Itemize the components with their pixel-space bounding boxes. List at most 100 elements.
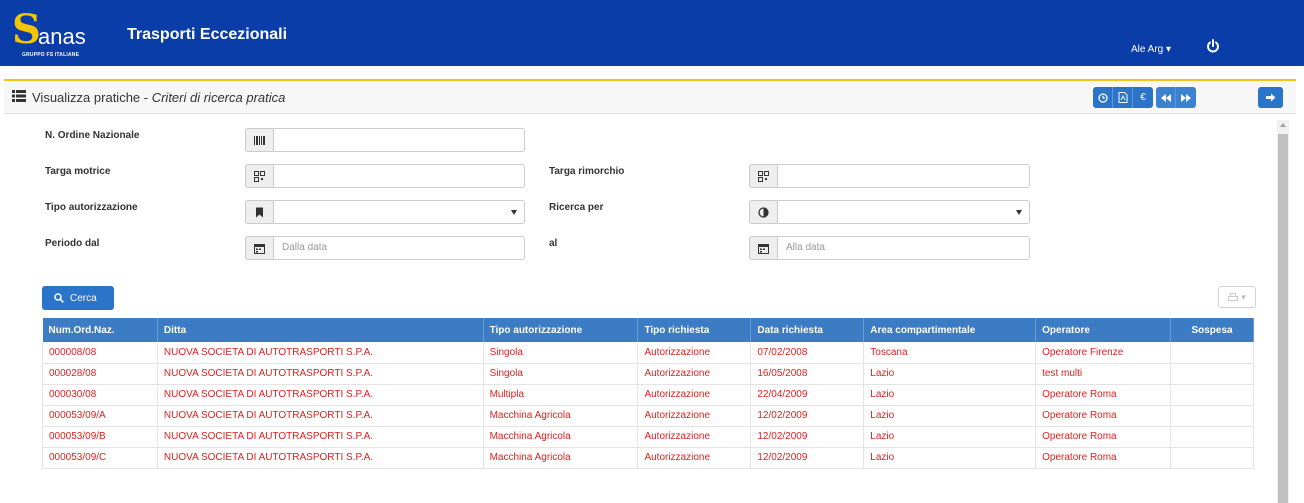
table-cell[interactable] xyxy=(1170,426,1254,448)
targa-motrice-input[interactable] xyxy=(274,164,525,188)
table-cell[interactable]: NUOVA SOCIETA DI AUTOTRASPORTI S.P.A. xyxy=(157,405,484,427)
table-cell[interactable]: NUOVA SOCIETA DI AUTOTRASPORTI S.P.A. xyxy=(157,447,484,469)
dalla-data-input[interactable]: Dalla data xyxy=(274,236,525,260)
scroll-thumb[interactable] xyxy=(1278,134,1288,503)
calendar-icon xyxy=(758,243,769,254)
column-header[interactable]: Sospesa xyxy=(1170,318,1254,342)
table-cell[interactable]: Operatore Roma xyxy=(1035,405,1172,427)
tipo-autorizzazione-select[interactable] xyxy=(274,200,525,224)
power-icon[interactable] xyxy=(1205,38,1221,54)
table-row[interactable]: 000030/08 NUOVA SOCIETA DI AUTOTRASPORTI … xyxy=(42,384,1254,406)
chevron-down-icon xyxy=(1016,210,1022,215)
ordine-input[interactable] xyxy=(274,128,525,152)
print-button[interactable]: ▾ xyxy=(1218,286,1256,308)
table-cell[interactable]: Autorizzazione xyxy=(637,363,752,385)
table-cell[interactable]: Lazio xyxy=(863,447,1037,469)
table-cell[interactable]: Lazio xyxy=(863,426,1037,448)
table-cell[interactable]: 07/02/2008 xyxy=(750,342,865,364)
table-cell[interactable]: Lazio xyxy=(863,384,1037,406)
calendar-icon xyxy=(254,243,265,254)
ricerca-per-select[interactable] xyxy=(778,200,1030,224)
table-row[interactable]: 000053/09/A NUOVA SOCIETA DI AUTOTRASPORT… xyxy=(42,405,1254,427)
table-cell[interactable]: Autorizzazione xyxy=(637,342,752,364)
table-cell[interactable]: 22/04/2009 xyxy=(750,384,865,406)
table-cell[interactable]: Macchina Agricola xyxy=(483,447,639,469)
table-cell[interactable]: Toscana xyxy=(863,342,1037,364)
column-header[interactable]: Tipo richiesta xyxy=(637,318,752,342)
table-cell[interactable]: NUOVA SOCIETA DI AUTOTRASPORTI S.P.A. xyxy=(157,342,484,364)
table-cell[interactable]: NUOVA SOCIETA DI AUTOTRASPORTI S.P.A. xyxy=(157,363,484,385)
table-cell[interactable] xyxy=(1170,405,1254,427)
targa-rimorchio-label: Targa rimorchio xyxy=(549,166,625,177)
table-cell[interactable] xyxy=(1170,384,1254,406)
table-cell[interactable]: NUOVA SOCIETA DI AUTOTRASPORTI S.P.A. xyxy=(157,426,484,448)
table-cell[interactable]: Autorizzazione xyxy=(637,447,752,469)
targa-motrice-label: Targa motrice xyxy=(45,166,111,177)
table-row[interactable]: 000028/08 NUOVA SOCIETA DI AUTOTRASPORTI … xyxy=(42,363,1254,385)
barcode-icon xyxy=(254,135,265,145)
bookmark-icon xyxy=(256,207,263,217)
calendar-addon xyxy=(245,236,274,260)
previous-button[interactable] xyxy=(1156,87,1176,108)
targa-rimorchio-input[interactable] xyxy=(778,164,1030,188)
cerca-button[interactable]: Cerca xyxy=(42,286,114,310)
user-menu[interactable]: Ale Arg ▾ xyxy=(1131,44,1171,55)
table-cell[interactable]: Autorizzazione xyxy=(637,405,752,427)
table-cell[interactable]: Lazio xyxy=(863,363,1037,385)
barcode-addon xyxy=(245,128,274,152)
table-row[interactable]: 000053/09/C NUOVA SOCIETA DI AUTOTRASPORT… xyxy=(42,447,1254,469)
periodo-dal-label: Periodo dal xyxy=(45,238,100,249)
scrollbar[interactable] xyxy=(1277,120,1289,503)
table-cell[interactable]: Singola xyxy=(483,342,639,364)
table-cell[interactable] xyxy=(1170,447,1254,469)
table-cell[interactable]: Autorizzazione xyxy=(637,384,752,406)
table-row[interactable]: 000053/09/B NUOVA SOCIETA DI AUTOTRASPORT… xyxy=(42,426,1254,448)
table-cell[interactable]: Operatore Roma xyxy=(1035,426,1172,448)
table-cell[interactable]: 12/02/2009 xyxy=(750,405,865,427)
column-header[interactable]: Ditta xyxy=(157,318,484,342)
backward-icon xyxy=(1160,93,1171,102)
table-cell[interactable]: 000028/08 xyxy=(42,363,158,385)
history-button[interactable] xyxy=(1093,87,1113,108)
pdf-icon xyxy=(1118,92,1127,103)
table-cell[interactable]: 000053/09/A xyxy=(42,405,158,427)
anas-logo: S anas GRUPPO FS ITALIANE xyxy=(12,6,112,60)
exit-button[interactable] xyxy=(1258,87,1283,108)
column-header[interactable]: Num.Ord.Naz. xyxy=(42,318,158,342)
pdf-button[interactable] xyxy=(1113,87,1133,108)
table-cell[interactable]: Macchina Agricola xyxy=(483,426,639,448)
table-cell[interactable]: Lazio xyxy=(863,405,1037,427)
logo-s-mark: S xyxy=(12,6,41,53)
table-cell[interactable]: Operatore Firenze xyxy=(1035,342,1172,364)
alla-data-input[interactable]: Alla data xyxy=(778,236,1030,260)
table-cell[interactable]: Operatore Roma xyxy=(1035,447,1172,469)
table-cell[interactable]: 000030/08 xyxy=(42,384,158,406)
column-header[interactable]: Area compartimentale xyxy=(863,318,1037,342)
table-cell[interactable]: Macchina Agricola xyxy=(483,405,639,427)
table-cell[interactable]: 12/02/2009 xyxy=(750,447,865,469)
column-header[interactable]: Data richiesta xyxy=(750,318,865,342)
table-cell[interactable]: 000053/09/B xyxy=(42,426,158,448)
calendar-addon-2 xyxy=(749,236,778,260)
table-cell[interactable]: Multipla xyxy=(483,384,639,406)
table-cell[interactable]: 000008/08 xyxy=(42,342,158,364)
forward-icon xyxy=(1181,93,1191,102)
euro-button[interactable]: € xyxy=(1133,87,1153,108)
column-header[interactable]: Operatore xyxy=(1035,318,1172,342)
next-button[interactable] xyxy=(1176,87,1196,108)
table-row[interactable]: 000008/08 NUOVA SOCIETA DI AUTOTRASPORTI … xyxy=(42,342,1254,364)
table-cell[interactable]: test multi xyxy=(1035,363,1172,385)
table-cell[interactable]: Singola xyxy=(483,363,639,385)
qrcode-addon xyxy=(245,164,274,188)
table-cell[interactable]: 12/02/2009 xyxy=(750,426,865,448)
table-cell[interactable] xyxy=(1170,342,1254,364)
table-cell[interactable] xyxy=(1170,363,1254,385)
table-cell[interactable]: NUOVA SOCIETA DI AUTOTRASPORTI S.P.A. xyxy=(157,384,484,406)
column-header[interactable]: Tipo autorizzazione xyxy=(483,318,639,342)
table-cell[interactable]: 16/05/2008 xyxy=(750,363,865,385)
sign-out-icon xyxy=(1265,93,1275,102)
table-cell[interactable]: Autorizzazione xyxy=(637,426,752,448)
scroll-up-arrow[interactable] xyxy=(1280,123,1286,127)
table-cell[interactable]: 000053/09/C xyxy=(42,447,158,469)
table-cell[interactable]: Operatore Roma xyxy=(1035,384,1172,406)
